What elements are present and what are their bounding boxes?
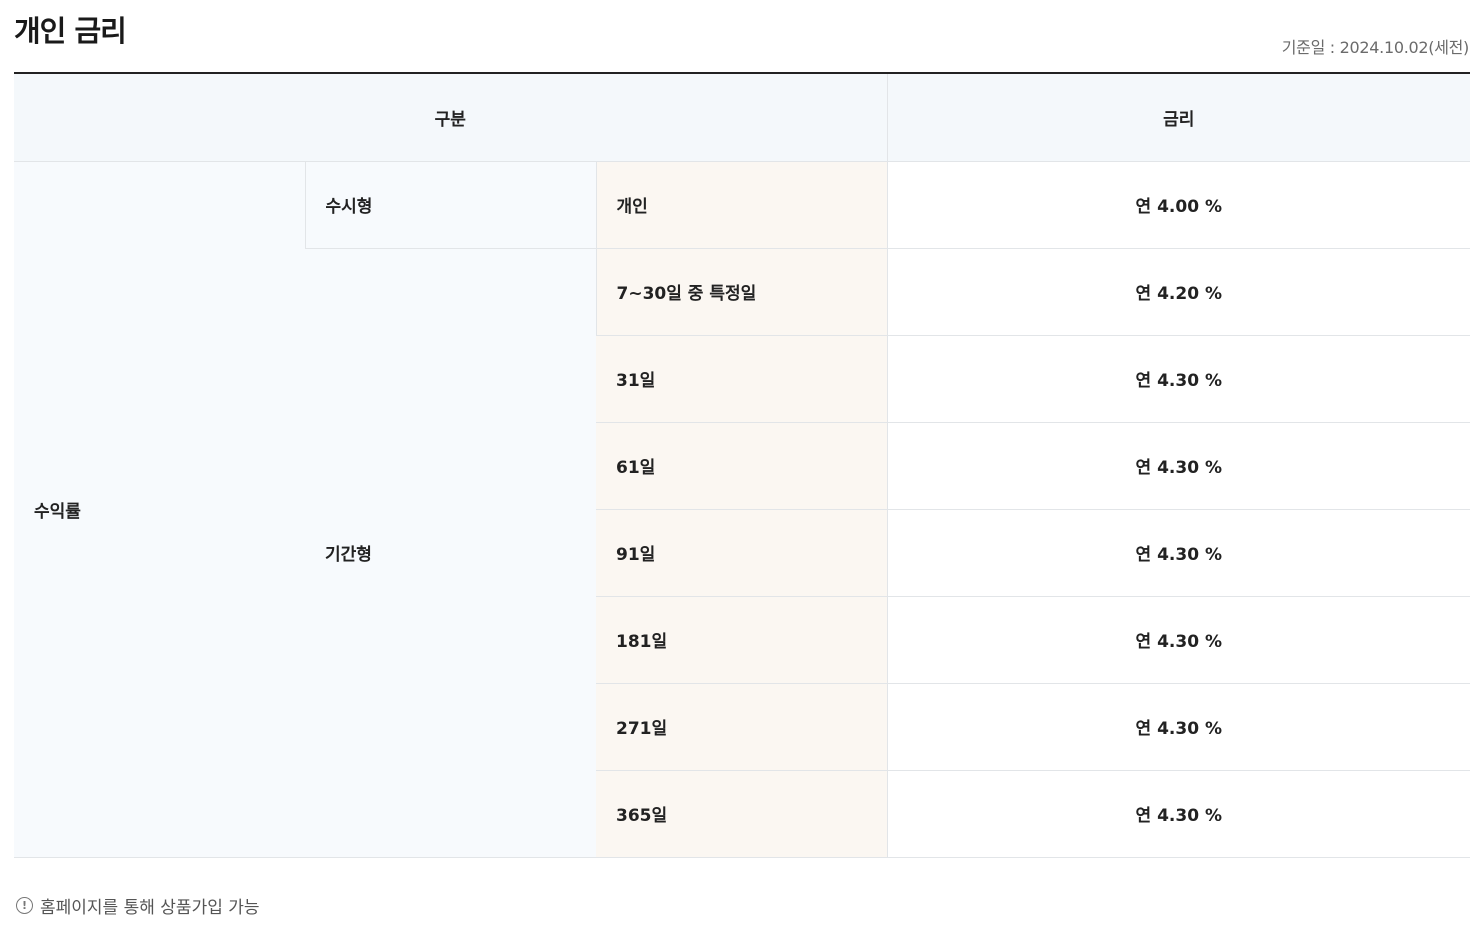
group-label-yield: 수익률	[14, 161, 305, 858]
header-rate: 금리	[886, 73, 1471, 162]
rate-cell: 연 4.20 %	[886, 248, 1471, 336]
rate-cell: 연 4.30 %	[886, 509, 1471, 597]
term-cell: 91일	[596, 509, 888, 597]
table-header-row: 구분 금리	[14, 73, 1471, 162]
type-demand: 수시형	[304, 161, 596, 249]
rate-cell: 연 4.30 %	[886, 770, 1471, 858]
term-cell: 개인	[595, 161, 888, 249]
term-cell: 271일	[596, 683, 888, 771]
base-date: 기준일 : 2024.10.02(세전)	[1281, 38, 1470, 57]
notice-text: 홈페이지를 통해 상품가입 가능	[40, 898, 260, 918]
header-category: 구분	[14, 73, 888, 162]
rate-cell: 연 4.30 %	[886, 335, 1471, 423]
term-cell: 7~30일 중 특정일	[595, 248, 888, 336]
term-cell: 181일	[596, 596, 888, 684]
term-cell: 365일	[596, 770, 888, 858]
rate-cell: 연 4.30 %	[886, 596, 1471, 684]
rate-cell: 연 4.30 %	[886, 422, 1471, 510]
notice: ! 홈페이지를 통해 상품가입 가능	[16, 893, 260, 918]
interest-rate-table: 구분 금리 수익률 수시형 개인 연 4.00 % 기간형 7~30일 중 특정…	[14, 72, 1471, 858]
info-icon: !	[16, 897, 33, 914]
page-title: 개인 금리	[14, 14, 127, 48]
rate-cell: 연 4.00 %	[886, 161, 1471, 249]
term-cell: 31일	[596, 335, 888, 423]
rate-cell: 연 4.30 %	[886, 683, 1471, 771]
term-cell: 61일	[596, 422, 888, 510]
type-term: 기간형	[305, 248, 596, 858]
table-row: 수익률 수시형 개인 연 4.00 %	[14, 161, 1471, 858]
